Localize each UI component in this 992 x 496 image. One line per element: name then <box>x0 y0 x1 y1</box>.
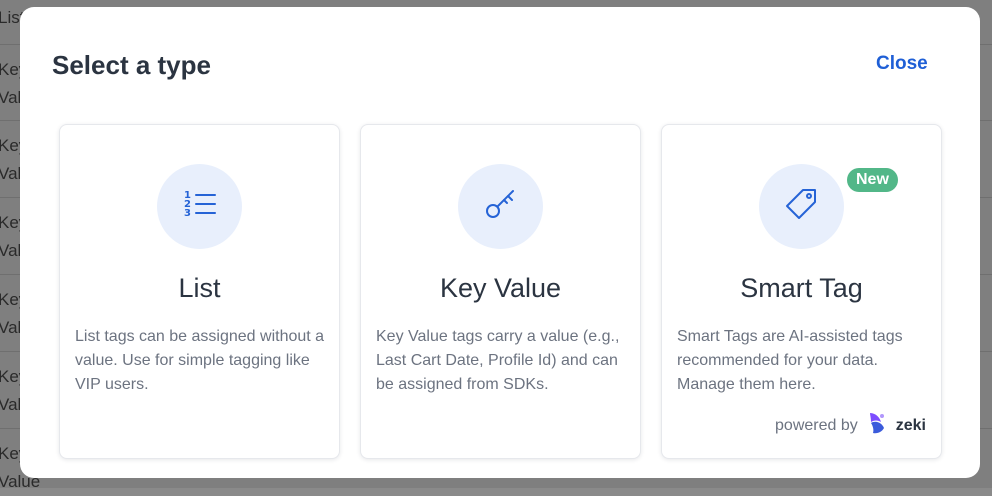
card-title: Key Value <box>439 273 562 303</box>
tag-icon-circle <box>759 164 844 249</box>
card-title: List <box>178 273 221 303</box>
powered-by: powered by zeki <box>775 410 926 441</box>
card-title: Smart Tag <box>740 273 863 303</box>
dialog-title: Select a type <box>52 50 211 80</box>
list-icon-circle: 1 2 3 <box>157 164 242 249</box>
zeki-logo-icon <box>866 410 888 441</box>
card-description: Smart Tags are AI-assisted tags recommen… <box>677 328 903 393</box>
card-description: List tags can be assigned without a valu… <box>75 328 325 393</box>
type-card-smart-tag[interactable]: New Smart Tag Smart Tags are AI-assisted… <box>661 124 942 459</box>
numbered-list-icon: 1 2 3 <box>182 186 218 227</box>
new-badge: New <box>847 168 898 192</box>
select-type-dialog: Select a type Close 1 2 3 List List tags… <box>20 7 980 478</box>
type-card-list[interactable]: 1 2 3 List List tags can be assigned wit… <box>59 124 340 459</box>
type-card-key-value[interactable]: Key Value Key Value tags carry a value (… <box>360 124 641 459</box>
tag-icon <box>784 186 820 227</box>
card-description: Key Value tags carry a value (e.g., Last… <box>376 328 620 393</box>
key-icon-circle <box>458 164 543 249</box>
close-button[interactable]: Close <box>876 53 928 75</box>
key-icon <box>483 186 519 227</box>
powered-by-label: powered by <box>775 416 858 434</box>
zeki-brand-name: zeki <box>895 416 926 434</box>
svg-text:3: 3 <box>184 208 191 219</box>
